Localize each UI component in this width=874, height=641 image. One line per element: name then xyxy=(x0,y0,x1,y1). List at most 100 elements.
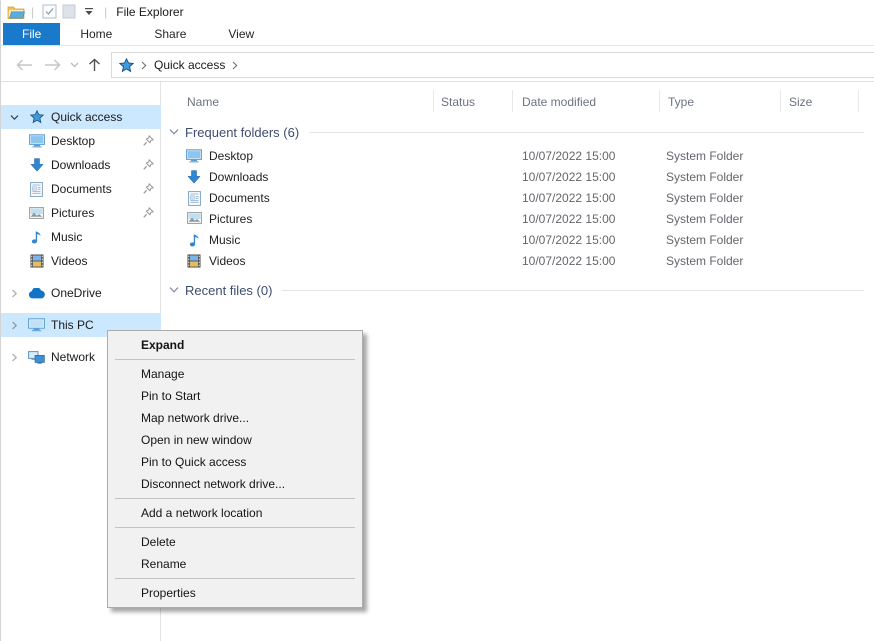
sidebar-item-videos[interactable]: Videos xyxy=(1,249,161,273)
menu-item-map-network-drive[interactable]: Map network drive... xyxy=(108,407,362,429)
file-date-modified: 10/07/2022 15:00 xyxy=(522,254,615,268)
menu-item-properties[interactable]: Properties xyxy=(108,582,362,604)
breadcrumb-chevron-icon[interactable] xyxy=(232,61,238,70)
file-name: Videos xyxy=(209,254,245,268)
sidebar-item-desktop[interactable]: Desktop xyxy=(1,129,161,153)
sidebar-item-documents[interactable]: Documents xyxy=(1,177,161,201)
menu-separator xyxy=(115,498,355,499)
column-header-type[interactable]: Type xyxy=(668,95,694,109)
file-date-modified: 10/07/2022 15:00 xyxy=(522,149,615,163)
sidebar-item-label: Pictures xyxy=(51,206,94,220)
sidebar-item-onedrive[interactable]: OneDrive xyxy=(1,281,161,305)
group-rule xyxy=(282,290,864,291)
sidebar-item-quick-access[interactable]: Quick access xyxy=(1,105,161,129)
toolbar-separator: | xyxy=(104,5,107,19)
group-rule xyxy=(309,132,864,133)
desktop-icon xyxy=(186,149,202,163)
column-separator[interactable] xyxy=(858,90,859,112)
videos-icon xyxy=(186,254,202,268)
menu-separator xyxy=(115,359,355,360)
back-icon[interactable] xyxy=(13,55,35,75)
customize-toolbar-chevron-icon[interactable] xyxy=(79,3,99,21)
column-separator[interactable] xyxy=(512,90,513,112)
column-separator[interactable] xyxy=(433,90,434,112)
menu-item-open-in-new-window[interactable]: Open in new window xyxy=(108,429,362,451)
network-icon xyxy=(28,351,45,364)
file-type: System Folder xyxy=(666,254,743,268)
documents-icon xyxy=(186,191,202,206)
file-type: System Folder xyxy=(666,170,743,184)
chevron-down-icon[interactable] xyxy=(169,286,179,294)
menu-item-expand[interactable]: Expand xyxy=(108,334,362,356)
group-header-frequent-folders[interactable]: Frequent folders (6) xyxy=(169,123,864,141)
tab-view[interactable]: View xyxy=(213,23,269,45)
menu-item-disconnect-network-drive[interactable]: Disconnect network drive... xyxy=(108,473,362,495)
menu-item-add-a-network-location[interactable]: Add a network location xyxy=(108,502,362,524)
breadcrumb-chevron-icon xyxy=(141,61,147,70)
chevron-down-icon[interactable] xyxy=(10,113,20,122)
file-date-modified: 10/07/2022 15:00 xyxy=(522,233,615,247)
this-pc-icon xyxy=(28,318,45,332)
file-name: Documents xyxy=(209,191,270,205)
file-row-videos[interactable]: Videos 10/07/2022 15:00 System Folder xyxy=(162,251,874,272)
file-row-pictures[interactable]: Pictures 10/07/2022 15:00 System Folder xyxy=(162,209,874,230)
quick-access-page-icon[interactable] xyxy=(59,3,79,21)
videos-icon xyxy=(28,254,45,268)
pin-icon xyxy=(143,159,154,170)
forward-icon[interactable] xyxy=(41,55,63,75)
menu-item-pin-to-quick-access[interactable]: Pin to Quick access xyxy=(108,451,362,473)
column-header-date-modified[interactable]: Date modified xyxy=(522,95,596,109)
file-row-desktop[interactable]: Desktop 10/07/2022 15:00 System Folder xyxy=(162,146,874,167)
column-header-size[interactable]: Size xyxy=(789,95,812,109)
menu-item-pin-to-start[interactable]: Pin to Start xyxy=(108,385,362,407)
onedrive-icon xyxy=(28,288,45,299)
menu-separator xyxy=(115,578,355,579)
pictures-icon xyxy=(186,212,202,224)
window-title: File Explorer xyxy=(116,5,183,19)
sidebar-item-label: Quick access xyxy=(51,110,122,124)
file-row-documents[interactable]: Documents 10/07/2022 15:00 System Folder xyxy=(162,188,874,209)
file-explorer-logo-icon xyxy=(6,3,26,21)
group-header-recent-files[interactable]: Recent files (0) xyxy=(169,281,864,299)
menu-item-manage[interactable]: Manage xyxy=(108,363,362,385)
toolbar-separator: | xyxy=(31,5,34,19)
chevron-down-icon[interactable] xyxy=(169,128,179,136)
address-bar[interactable]: Quick access xyxy=(111,52,874,78)
up-icon[interactable] xyxy=(83,55,105,75)
sidebar-item-pictures[interactable]: Pictures xyxy=(1,201,161,225)
quick-access-check-icon[interactable] xyxy=(39,3,59,21)
tab-home[interactable]: Home xyxy=(65,23,127,45)
downloads-icon xyxy=(186,170,202,184)
tab-share[interactable]: Share xyxy=(139,23,201,45)
sidebar-item-downloads[interactable]: Downloads xyxy=(1,153,161,177)
file-type: System Folder xyxy=(666,149,743,163)
sidebar-item-label: Documents xyxy=(51,182,112,196)
sidebar-item-label: Videos xyxy=(51,254,87,268)
sidebar-item-label: OneDrive xyxy=(51,286,102,300)
file-row-music[interactable]: Music 10/07/2022 15:00 System Folder xyxy=(162,230,874,251)
this-pc-context-menu: Expand Manage Pin to Start Map network d… xyxy=(107,330,363,608)
file-date-modified: 10/07/2022 15:00 xyxy=(522,191,615,205)
column-header-status[interactable]: Status xyxy=(441,95,475,109)
tab-file[interactable]: File xyxy=(3,23,60,45)
menu-item-rename[interactable]: Rename xyxy=(108,553,362,575)
sidebar-item-label: This PC xyxy=(51,318,94,332)
history-chevron-icon[interactable] xyxy=(63,55,85,75)
ribbon-tab-bar: File Home Share View xyxy=(1,23,874,46)
chevron-right-icon[interactable] xyxy=(10,353,20,362)
sidebar-item-music[interactable]: Music xyxy=(1,225,161,249)
file-name: Music xyxy=(209,233,240,247)
breadcrumb-quick-access[interactable]: Quick access xyxy=(154,58,225,72)
sidebar-item-label: Downloads xyxy=(51,158,110,172)
menu-item-delete[interactable]: Delete xyxy=(108,531,362,553)
chevron-right-icon[interactable] xyxy=(10,289,20,298)
column-separator[interactable] xyxy=(780,90,781,112)
chevron-right-icon[interactable] xyxy=(10,321,20,330)
group-label: Frequent folders (6) xyxy=(185,125,299,140)
file-date-modified: 10/07/2022 15:00 xyxy=(522,212,615,226)
file-row-downloads[interactable]: Downloads 10/07/2022 15:00 System Folder xyxy=(162,167,874,188)
pin-icon xyxy=(143,135,154,146)
column-header-name[interactable]: Name xyxy=(187,95,219,109)
column-separator[interactable] xyxy=(659,90,660,112)
quick-access-star-icon xyxy=(119,58,134,73)
